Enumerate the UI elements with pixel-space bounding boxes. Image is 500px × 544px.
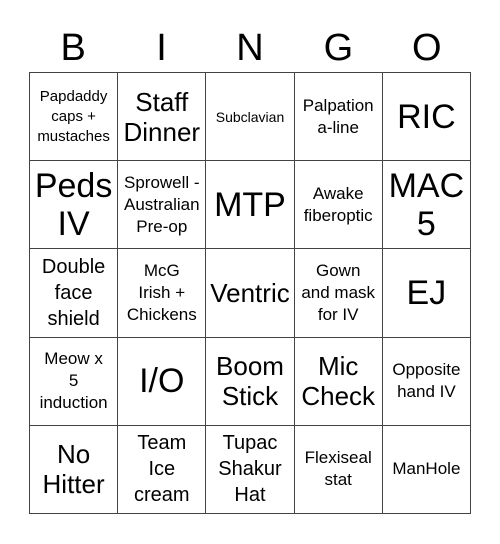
bingo-cell-text: Mic Check xyxy=(301,351,376,412)
bingo-cell-text: MTP xyxy=(214,185,286,224)
bingo-cell-text: McG Irish + Chickens xyxy=(126,260,197,324)
bingo-cell[interactable]: Double face shield xyxy=(30,249,119,338)
bingo-cell-text: RIC xyxy=(397,97,456,136)
bingo-cell[interactable]: Tupac Shakur Hat xyxy=(206,425,295,514)
bingo-cell-text: Staff Dinner xyxy=(123,86,201,147)
bingo-cell-text: Meow x 5 induction xyxy=(39,349,108,413)
bingo-cell[interactable]: Opposite hand IV xyxy=(382,337,471,426)
bingo-cell[interactable]: Gown and mask for IV xyxy=(294,249,383,338)
bingo-cell-text: Opposite hand IV xyxy=(392,360,461,402)
bingo-cell-text: Sprowell - Australian Pre-op xyxy=(123,172,200,236)
bingo-cell-text: Boom Stick xyxy=(216,351,284,412)
bingo-cell-text: ManHole xyxy=(392,459,461,479)
bingo-cell[interactable]: Staff Dinner xyxy=(118,73,207,162)
bingo-header: B I N G O xyxy=(29,22,471,74)
bingo-cell[interactable]: Ventric xyxy=(206,249,295,338)
bingo-cell[interactable]: Team Ice cream xyxy=(118,425,207,514)
header-letter-n: N xyxy=(236,27,264,69)
bingo-cell-text: I/O xyxy=(139,362,185,401)
bingo-cell[interactable]: Mic Check xyxy=(294,337,383,426)
bingo-cell-text: Team Ice cream xyxy=(134,432,190,507)
bingo-cell[interactable]: Awake fiberoptic xyxy=(294,161,383,250)
bingo-cell[interactable]: McG Irish + Chickens xyxy=(118,249,207,338)
bingo-cell-text: Tupac Shakur Hat xyxy=(218,432,282,507)
bingo-cell[interactable]: Palpation a-line xyxy=(294,73,383,162)
bingo-cell[interactable]: Boom Stick xyxy=(206,337,295,426)
bingo-cell[interactable]: Papdaddy caps + mustaches xyxy=(30,73,119,162)
bingo-cell[interactable]: Meow x 5 induction xyxy=(30,337,119,426)
bingo-cell-text: Awake fiberoptic xyxy=(303,183,373,225)
bingo-cell-text: No Hitter xyxy=(42,439,105,500)
bingo-cell[interactable]: No Hitter xyxy=(30,425,119,514)
header-letter-g: G xyxy=(323,27,354,69)
bingo-cell-text: Subclavian xyxy=(215,108,285,125)
bingo-cell-text: Ventric xyxy=(210,277,290,308)
bingo-cell[interactable]: Subclavian xyxy=(206,73,295,162)
bingo-cell-text: Papdaddy caps + mustaches xyxy=(37,87,110,145)
bingo-cell[interactable]: RIC xyxy=(382,73,471,162)
bingo-cell[interactable]: ManHole xyxy=(382,425,471,514)
bingo-cell[interactable]: Flexiseal stat xyxy=(294,425,383,514)
bingo-cell-text: EJ xyxy=(406,273,447,312)
bingo-cell-text: Flexiseal stat xyxy=(304,448,372,490)
bingo-cell-text: MAC 5 xyxy=(388,166,465,243)
bingo-cell[interactable]: MAC 5 xyxy=(382,161,471,250)
bingo-cell-text: Double face shield xyxy=(41,255,106,330)
header-letter-o: O xyxy=(411,27,442,69)
bingo-cell-text: Gown and mask for IV xyxy=(301,260,376,324)
bingo-board: Papdaddy caps + mustaches Staff Dinner Sub… xyxy=(29,72,471,514)
bingo-cell[interactable]: Sprowell - Australian Pre-op xyxy=(118,161,207,250)
bingo-cell-text: Palpation a-line xyxy=(302,95,374,137)
bingo-cell[interactable]: MTP xyxy=(206,161,295,250)
header-letter-b: B xyxy=(60,27,86,69)
bingo-cell-text: Peds IV xyxy=(34,166,113,243)
bingo-cell[interactable]: Peds IV xyxy=(30,161,119,250)
bingo-cell[interactable]: I/O xyxy=(118,337,207,426)
bingo-cell[interactable]: EJ xyxy=(382,249,471,338)
header-letter-i: I xyxy=(156,27,167,69)
